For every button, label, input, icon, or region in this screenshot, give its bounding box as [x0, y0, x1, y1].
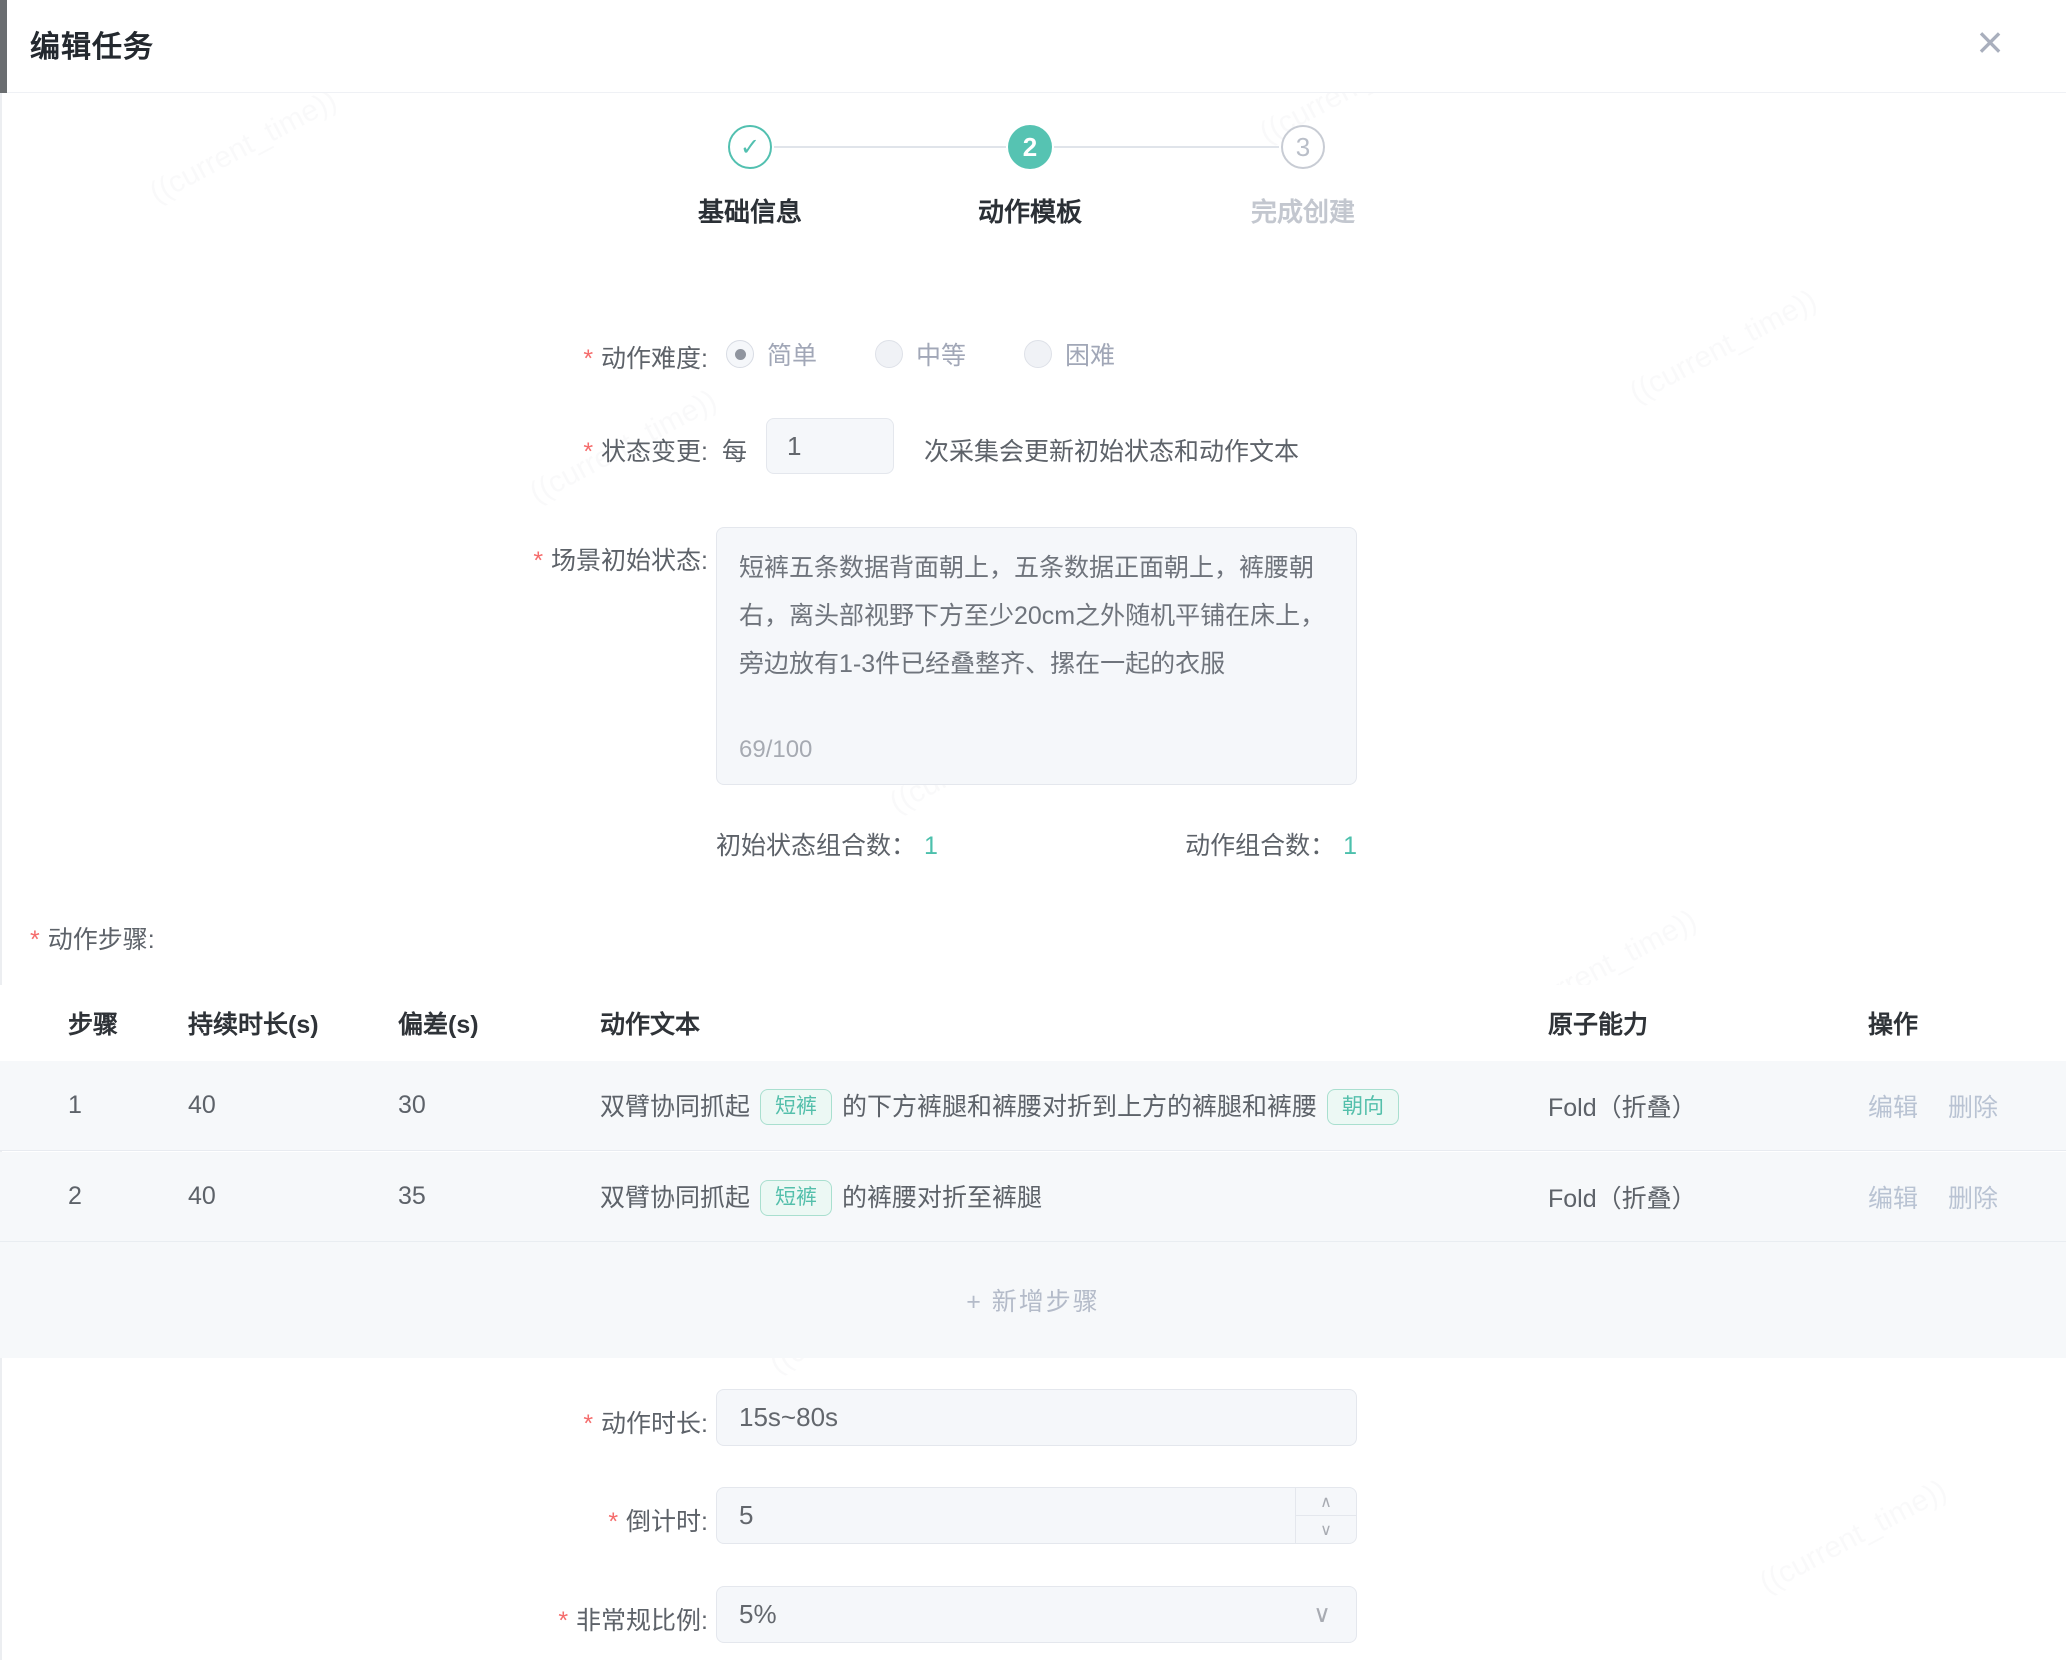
required-mark: *	[558, 1607, 568, 1635]
radio-simple[interactable]: 简单	[726, 336, 817, 372]
field-initial-state: *场景初始状态: 短裤五条数据背面朝上，五条数据正面朝上，裤腰朝右，离头部视野下…	[0, 527, 2066, 785]
col-ability: 原子能力	[1548, 1005, 1868, 1041]
cell-deviation: 35	[398, 1182, 600, 1211]
state-change-suffix: 次采集会更新初始状态和动作文本	[924, 432, 1299, 468]
add-step-button[interactable]: + 新增步骤	[966, 1282, 1100, 1318]
action-text-part: 双臂协同抓起	[600, 1184, 750, 1212]
field-countdown: *倒计时: 5 ∧ ∨	[0, 1487, 2066, 1545]
col-deviation: 偏差(s)	[398, 1005, 600, 1041]
chevron-down-icon: ∨	[1320, 1520, 1332, 1540]
initial-state-text: 短裤五条数据背面朝上，五条数据正面朝上，裤腰朝右，离头部视野下方至少20cm之外…	[739, 544, 1334, 688]
unusual-ratio-select[interactable]: 5%	[716, 1586, 1357, 1643]
radio-label: 简单	[767, 336, 817, 372]
radio-label: 困难	[1065, 336, 1115, 372]
char-counter: 69/100	[739, 726, 812, 774]
difficulty-label: *动作难度:	[0, 339, 708, 375]
required-mark: *	[533, 547, 543, 575]
countdown-label: *倒计时:	[0, 1502, 708, 1538]
initial-combo-label: 初始状态组合数：	[716, 832, 916, 860]
radio-circle[interactable]	[1024, 340, 1052, 368]
field-difficulty: *动作难度: 简单 中等 困难	[0, 336, 2066, 372]
initial-state-textarea[interactable]: 短裤五条数据背面朝上，五条数据正面朝上，裤腰朝右，离头部视野下方至少20cm之外…	[716, 527, 1357, 785]
table-row: 2 40 35 双臂协同抓起短裤的裤腰对折至裤腿 Fold（折叠） 编辑 删除	[0, 1152, 2066, 1241]
initial-combo-count: 初始状态组合数： 1	[716, 826, 938, 862]
action-combo-count: 动作组合数： 1	[1185, 826, 1357, 862]
field-action-duration: *动作时长: 15s~80s	[0, 1389, 2066, 1446]
col-step: 步骤	[68, 1005, 188, 1041]
stepper-connector	[774, 146, 1006, 148]
required-mark: *	[608, 1508, 618, 1536]
required-mark: *	[583, 1410, 593, 1438]
decrement-button[interactable]: ∨	[1296, 1516, 1356, 1543]
step-3-label: 完成创建	[1203, 192, 1403, 229]
initial-state-label: *场景初始状态:	[0, 541, 708, 577]
cell-operations: 编辑 删除	[1868, 1179, 2066, 1215]
col-action-text: 动作文本	[600, 1005, 1548, 1041]
difficulty-radio-group: 简单 中等 困难	[726, 336, 1115, 372]
radio-circle-selected[interactable]	[726, 340, 754, 368]
delete-link[interactable]: 删除	[1948, 1185, 1998, 1213]
wizard-stepper: ✓ 2 3 基础信息 动作模板 完成创建	[0, 0, 2066, 240]
object-tag: 短裤	[760, 1089, 832, 1125]
step-2-label: 动作模板	[930, 192, 1130, 229]
steps-table-header: 步骤 持续时长(s) 偏差(s) 动作文本 原子能力 操作	[0, 985, 2066, 1061]
step-2-circle: 2	[1008, 125, 1052, 169]
required-mark: *	[583, 345, 593, 373]
cell-operations: 编辑 删除	[1868, 1088, 2066, 1124]
edit-link[interactable]: 编辑	[1868, 1094, 1918, 1122]
radio-hard[interactable]: 困难	[1024, 336, 1115, 372]
action-steps-label: *动作步骤:	[30, 920, 155, 956]
countdown-input[interactable]: 5	[716, 1487, 1357, 1544]
stepper-connector	[1054, 146, 1279, 148]
cell-deviation: 30	[398, 1091, 600, 1120]
step-1-check-icon: ✓	[728, 125, 772, 169]
increment-button[interactable]: ∧	[1296, 1488, 1356, 1516]
cell-duration: 40	[188, 1091, 398, 1120]
action-combo-label: 动作组合数：	[1185, 832, 1335, 860]
cell-ability: Fold（折叠）	[1548, 1088, 1868, 1124]
edit-link[interactable]: 编辑	[1868, 1185, 1918, 1213]
state-change-input[interactable]: 1	[766, 418, 894, 474]
radio-label: 中等	[916, 336, 966, 372]
state-change-label: *状态变更:	[0, 432, 708, 468]
step-1-label: 基础信息	[650, 192, 850, 229]
action-text-part: 的下方裤腿和裤腰对折到上方的裤腿和裤腰	[842, 1093, 1317, 1121]
chevron-up-icon: ∧	[1320, 1492, 1332, 1512]
countdown-stepper: ∧ ∨	[1295, 1488, 1356, 1543]
cell-action-text: 双臂协同抓起短裤的下方裤腿和裤腰对折到上方的裤腿和裤腰朝向	[600, 1087, 1548, 1125]
table-row: 1 40 30 双臂协同抓起短裤的下方裤腿和裤腰对折到上方的裤腿和裤腰朝向 Fo…	[0, 1061, 2066, 1151]
col-duration: 持续时长(s)	[188, 1005, 398, 1041]
field-state-change: *状态变更: 每 1 次采集会更新初始状态和动作文本	[0, 418, 2066, 474]
add-step-strip: + 新增步骤	[0, 1241, 2066, 1358]
radio-circle[interactable]	[875, 340, 903, 368]
object-tag: 短裤	[760, 1180, 832, 1216]
initial-combo-value: 1	[924, 832, 938, 860]
field-unusual-ratio: *非常规比例: 5% ∨	[0, 1586, 2066, 1644]
action-duration-label: *动作时长:	[0, 1404, 708, 1440]
action-text-part: 的裤腰对折至裤腿	[842, 1184, 1042, 1212]
required-mark: *	[30, 926, 40, 954]
cell-action-text: 双臂协同抓起短裤的裤腰对折至裤腿	[600, 1178, 1548, 1216]
unusual-ratio-label: *非常规比例:	[0, 1601, 708, 1637]
delete-link[interactable]: 删除	[1948, 1094, 1998, 1122]
action-duration-input[interactable]: 15s~80s	[716, 1389, 1357, 1446]
col-operations: 操作	[1868, 1005, 2066, 1041]
cell-ability: Fold（折叠）	[1548, 1179, 1868, 1215]
cell-duration: 40	[188, 1182, 398, 1211]
state-change-prefix: 每	[722, 432, 747, 468]
required-mark: *	[583, 438, 593, 466]
action-text-part: 双臂协同抓起	[600, 1093, 750, 1121]
cell-step: 1	[68, 1091, 188, 1120]
action-combo-value: 1	[1343, 832, 1357, 860]
step-3-circle: 3	[1281, 125, 1325, 169]
cell-step: 2	[68, 1182, 188, 1211]
radio-medium[interactable]: 中等	[875, 336, 966, 372]
orientation-tag: 朝向	[1327, 1089, 1399, 1125]
combo-counts: 初始状态组合数： 1 动作组合数： 1	[0, 826, 2066, 862]
